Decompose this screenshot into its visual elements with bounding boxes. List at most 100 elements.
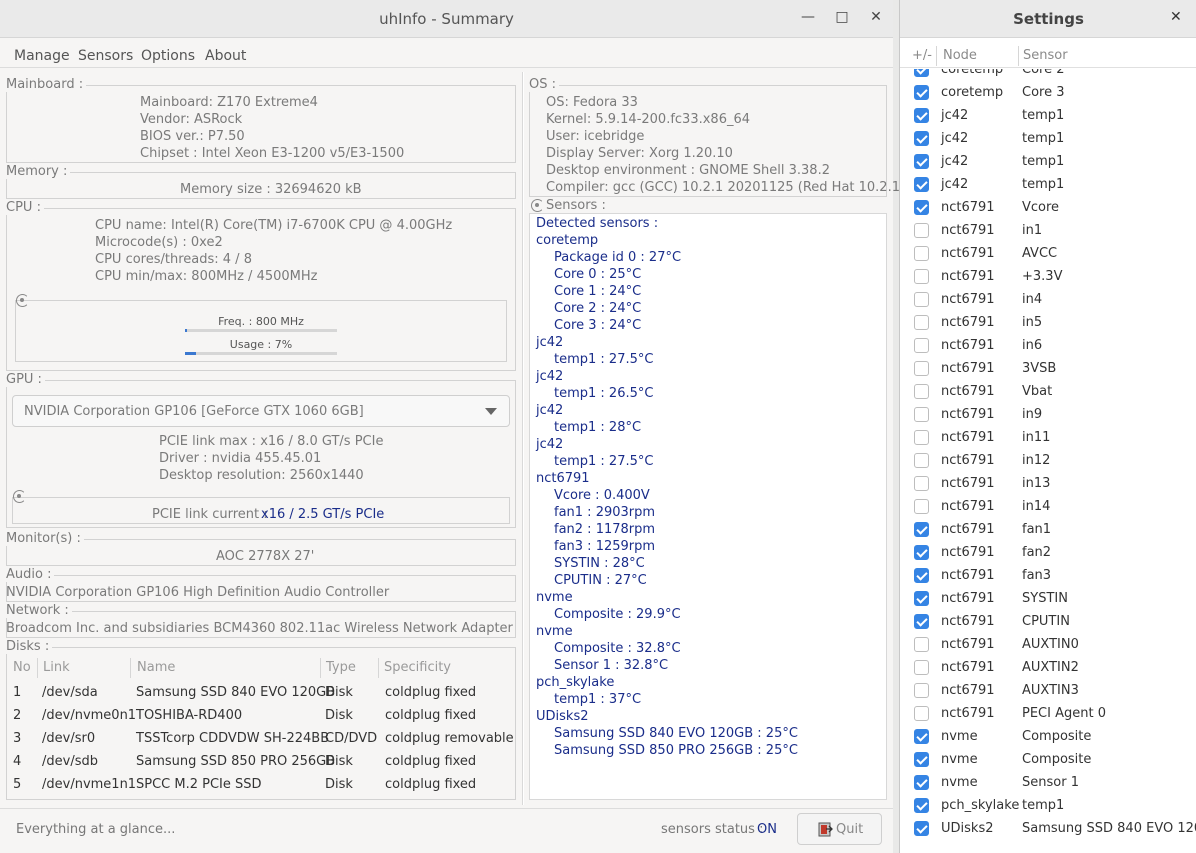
settings-row[interactable]: nvme Composite: [900, 749, 1196, 772]
sensor-checkbox[interactable]: [914, 177, 929, 192]
sensor-checkbox[interactable]: [914, 269, 929, 284]
sensor-checkbox[interactable]: [914, 223, 929, 238]
close-icon[interactable]: ✕: [1170, 9, 1182, 25]
column-header-toggle[interactable]: +/-: [912, 48, 932, 63]
menu-manage[interactable]: Manage: [14, 48, 70, 64]
table-row[interactable]: 4/dev/sdb Samsung SSD 850 PRO 256GB Disk co…: [6, 754, 516, 777]
table-cell: coldplug fixed: [385, 754, 477, 769]
column-header-no[interactable]: No: [13, 660, 31, 675]
settings-row[interactable]: nct6791 SYSTIN: [900, 588, 1196, 611]
settings-row[interactable]: nct6791 3VSB: [900, 358, 1196, 381]
settings-row[interactable]: nct6791 AVCC: [900, 243, 1196, 266]
sensor-checkbox[interactable]: [914, 683, 929, 698]
sensor-reading: fan3 : 1259rpm: [554, 539, 656, 554]
refresh-icon[interactable]: [13, 490, 26, 503]
sensor-checkbox[interactable]: [914, 315, 929, 330]
table-row[interactable]: 2/dev/nvme0n1 TOSHIBA-RD400 Disk coldplug f…: [6, 708, 516, 731]
sensor-checkbox[interactable]: [914, 821, 929, 836]
settings-row[interactable]: nct6791 in5: [900, 312, 1196, 335]
sensor-checkbox[interactable]: [914, 798, 929, 813]
column-header-type[interactable]: Type: [326, 660, 356, 675]
sensor-checkbox[interactable]: [914, 499, 929, 514]
pane-divider[interactable]: [522, 72, 524, 805]
settings-row[interactable]: nct6791 CPUTIN: [900, 611, 1196, 634]
table-row[interactable]: 5/dev/nvme1n1 SPCC M.2 PCIe SSD Disk coldpl…: [6, 777, 516, 800]
sensor-checkbox[interactable]: [914, 453, 929, 468]
settings-row[interactable]: UDisks2 Samsung SSD 840 EVO 120GB: [900, 818, 1196, 841]
column-header-name[interactable]: Name: [137, 660, 175, 675]
settings-row[interactable]: nct6791 in4: [900, 289, 1196, 312]
minimize-icon[interactable]: —: [800, 9, 816, 25]
table-row[interactable]: 3/dev/sr0 TSSTcorp CDDVDW SH-224BB CD/DVD c…: [6, 731, 516, 754]
settings-row[interactable]: nct6791 in14: [900, 496, 1196, 519]
settings-row[interactable]: coretemp Core 2: [900, 69, 1196, 82]
refresh-icon[interactable]: [16, 294, 29, 307]
sensors-panel[interactable]: Detected sensors : coretemp Package id 0 :…: [529, 213, 887, 800]
settings-row[interactable]: jc42 temp1: [900, 128, 1196, 151]
sensor-checkbox[interactable]: [914, 407, 929, 422]
menu-options[interactable]: Options: [141, 48, 195, 64]
column-header-sensor[interactable]: Sensor: [1023, 48, 1068, 63]
sensor-checkbox[interactable]: [914, 775, 929, 790]
settings-row[interactable]: nvme Sensor 1: [900, 772, 1196, 795]
sensor-checkbox[interactable]: [914, 522, 929, 537]
settings-row[interactable]: pch_skylake temp1: [900, 795, 1196, 818]
sensor-checkbox[interactable]: [914, 568, 929, 583]
settings-row[interactable]: nct6791 +3.3V: [900, 266, 1196, 289]
sensor-checkbox[interactable]: [914, 706, 929, 721]
sensor-checkbox[interactable]: [914, 476, 929, 491]
settings-row[interactable]: nct6791 in11: [900, 427, 1196, 450]
sensor-checkbox[interactable]: [914, 108, 929, 123]
gpu-select[interactable]: NVIDIA Corporation GP106 [GeForce GTX 10…: [12, 395, 510, 427]
column-header-specificity[interactable]: Specificity: [384, 660, 451, 675]
sensor-checkbox[interactable]: [914, 660, 929, 675]
sensor-checkbox[interactable]: [914, 545, 929, 560]
column-header-node[interactable]: Node: [943, 48, 977, 63]
quit-button[interactable]: Quit: [797, 813, 882, 845]
sensor-checkbox[interactable]: [914, 752, 929, 767]
sensor-checkbox[interactable]: [914, 338, 929, 353]
settings-row[interactable]: nct6791 in13: [900, 473, 1196, 496]
settings-row[interactable]: nct6791 in12: [900, 450, 1196, 473]
sensor-checkbox[interactable]: [914, 637, 929, 652]
table-row[interactable]: 1/dev/sda Samsung SSD 840 EVO 120GB Disk co…: [6, 685, 516, 708]
settings-row[interactable]: coretemp Core 3: [900, 82, 1196, 105]
settings-row[interactable]: nct6791 AUXTIN2: [900, 657, 1196, 680]
refresh-icon[interactable]: [531, 199, 544, 212]
settings-row[interactable]: jc42 temp1: [900, 174, 1196, 197]
maximize-icon[interactable]: □: [834, 9, 850, 25]
settings-row[interactable]: jc42 temp1: [900, 105, 1196, 128]
settings-row[interactable]: nct6791 in9: [900, 404, 1196, 427]
column-header-link[interactable]: Link: [43, 660, 70, 675]
sensor-checkbox[interactable]: [914, 85, 929, 100]
settings-row[interactable]: nct6791 in1: [900, 220, 1196, 243]
sensor-checkbox[interactable]: [914, 292, 929, 307]
settings-row[interactable]: nct6791 Vcore: [900, 197, 1196, 220]
sensor-checkbox[interactable]: [914, 361, 929, 376]
sensors-status-value: ON: [757, 822, 777, 837]
sensor-checkbox[interactable]: [914, 154, 929, 169]
settings-row[interactable]: jc42 temp1: [900, 151, 1196, 174]
settings-row[interactable]: nct6791 AUXTIN0: [900, 634, 1196, 657]
settings-list[interactable]: coretemp Core 2 coretemp Core 3 jc42 temp1 jc4…: [900, 69, 1196, 853]
sensor-checkbox[interactable]: [914, 430, 929, 445]
settings-row[interactable]: nct6791 fan3: [900, 565, 1196, 588]
menu-about[interactable]: About: [205, 48, 246, 64]
sensor-checkbox[interactable]: [914, 69, 929, 77]
settings-row[interactable]: nct6791 fan2: [900, 542, 1196, 565]
settings-row[interactable]: nvme Composite: [900, 726, 1196, 749]
settings-row[interactable]: nct6791 AUXTIN3: [900, 680, 1196, 703]
sensor-checkbox[interactable]: [914, 729, 929, 744]
menu-sensors[interactable]: Sensors: [78, 48, 133, 64]
settings-row[interactable]: nct6791 fan1: [900, 519, 1196, 542]
sensor-checkbox[interactable]: [914, 246, 929, 261]
settings-row[interactable]: nct6791 in6: [900, 335, 1196, 358]
settings-row[interactable]: nct6791 PECI Agent 0: [900, 703, 1196, 726]
sensor-checkbox[interactable]: [914, 384, 929, 399]
sensor-checkbox[interactable]: [914, 131, 929, 146]
close-icon[interactable]: ✕: [868, 9, 884, 25]
sensor-checkbox[interactable]: [914, 591, 929, 606]
sensor-checkbox[interactable]: [914, 200, 929, 215]
sensor-checkbox[interactable]: [914, 614, 929, 629]
settings-row[interactable]: nct6791 Vbat: [900, 381, 1196, 404]
